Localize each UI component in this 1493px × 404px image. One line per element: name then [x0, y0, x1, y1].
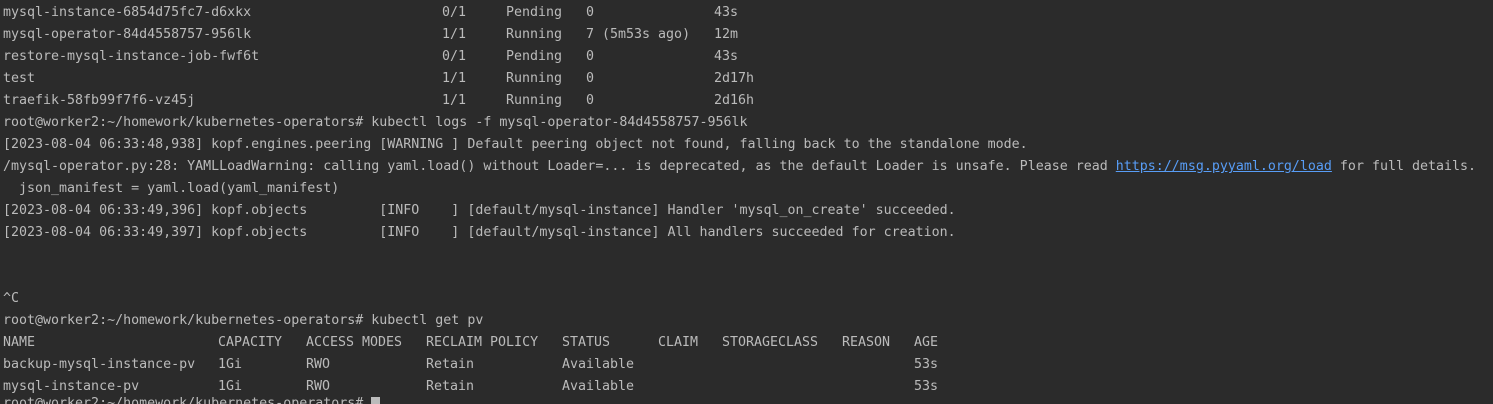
pv-header-reason: REASON	[842, 335, 891, 350]
pod-age: 2d17h	[714, 71, 755, 86]
yaml-warning-text: /mysql-operator.py:28: YAMLLoadWarning: …	[3, 159, 1116, 174]
pod-restarts: 0	[586, 5, 595, 20]
pod-row: mysql-instance-6854d75fc7-d6xkx 0/1 Pend…	[3, 2, 738, 24]
pv-header-access-modes: ACCESS MODES	[306, 335, 403, 350]
pv-header-reclaim-policy: RECLAIM POLICY	[426, 335, 539, 350]
pod-name: mysql-instance-6854d75fc7-d6xkx	[3, 5, 252, 20]
yaml-warning-suffix: for full details.	[1331, 159, 1477, 174]
log-line-manifest: json_manifest = yaml.load(yaml_manifest)	[3, 181, 340, 196]
pod-ready: 0/1	[442, 5, 467, 20]
pod-ready: 1/1	[442, 93, 467, 108]
pod-name: mysql-operator-84d4558757-956lk	[3, 27, 252, 42]
pod-name: test	[3, 71, 36, 86]
pv-row: backup-mysql-instance-pv 1Gi RWO Retain …	[3, 354, 938, 376]
pv-header-status: STATUS	[562, 335, 611, 350]
text-cursor	[371, 396, 381, 404]
pod-ready: 0/1	[442, 49, 467, 64]
log-line-yaml-warning: /mysql-operator.py:28: YAMLLoadWarning: …	[3, 156, 1476, 178]
pod-restarts: 7 (5m53s ago)	[586, 27, 691, 42]
pod-name: restore-mysql-instance-job-fwf6t	[3, 49, 260, 64]
pv-table-header: NAME CAPACITY ACCESS MODES RECLAIM POLIC…	[3, 332, 938, 354]
interrupt-line: ^C	[3, 291, 20, 306]
pod-row: mysql-operator-84d4558757-956lk 1/1 Runn…	[3, 24, 738, 46]
terminal-output[interactable]: mysql-instance-6854d75fc7-d6xkx 0/1 Pend…	[0, 0, 1493, 404]
pod-name: traefik-58fb99f7f6-vz45j	[3, 93, 196, 108]
pod-age: 12m	[714, 27, 739, 42]
pod-row: traefik-58fb99f7f6-vz45j 1/1 Running 0 2…	[3, 90, 754, 112]
prompt-text: root@worker2:~/homework/kubernetes-opera…	[3, 396, 372, 404]
log-line-all-handlers-succeeded: [2023-08-04 06:33:49,397] kopf.objects […	[3, 225, 956, 240]
command-line-logs: root@worker2:~/homework/kubernetes-opera…	[3, 115, 748, 130]
pod-ready: 1/1	[442, 71, 467, 86]
pod-status: Running	[506, 27, 563, 42]
pv-status: Available	[562, 357, 635, 372]
pv-name: backup-mysql-instance-pv	[3, 357, 196, 372]
pod-status: Pending	[506, 49, 563, 64]
pod-age: 43s	[714, 5, 739, 20]
pv-capacity: 1Gi	[218, 357, 243, 372]
pod-status: Pending	[506, 5, 563, 20]
pv-header-claim: CLAIM	[658, 335, 699, 350]
pv-age: 53s	[914, 357, 939, 372]
pod-status: Running	[506, 93, 563, 108]
pv-status: Available	[562, 379, 635, 394]
pv-reclaim-policy: Retain	[426, 379, 475, 394]
pv-header-storageclass: STORAGECLASS	[722, 335, 819, 350]
pod-restarts: 0	[586, 49, 595, 64]
pv-reclaim-policy: Retain	[426, 357, 475, 372]
pod-status: Running	[506, 71, 563, 86]
pod-restarts: 0	[586, 93, 595, 108]
prompt-line[interactable]: root@worker2:~/homework/kubernetes-opera…	[3, 393, 381, 404]
pv-header-capacity: CAPACITY	[218, 335, 283, 350]
pod-row: test 1/1 Running 0 2d17h	[3, 68, 754, 90]
pv-access-modes: RWO	[306, 357, 331, 372]
pv-age: 53s	[914, 379, 939, 394]
pv-header-name: NAME	[3, 335, 36, 350]
pod-restarts: 0	[586, 71, 595, 86]
pod-age: 2d16h	[714, 93, 755, 108]
pod-row: restore-mysql-instance-job-fwf6t 0/1 Pen…	[3, 46, 738, 68]
command-line-get-pv: root@worker2:~/homework/kubernetes-opera…	[3, 313, 484, 328]
pod-ready: 1/1	[442, 27, 467, 42]
pyyaml-docs-link[interactable]: https://msg.pyyaml.org/load	[1116, 159, 1332, 174]
pv-header-age: AGE	[914, 335, 939, 350]
pod-age: 43s	[714, 49, 739, 64]
log-line-handler-succeeded: [2023-08-04 06:33:49,396] kopf.objects […	[3, 203, 956, 218]
log-line-peering-warning: [2023-08-04 06:33:48,938] kopf.engines.p…	[3, 137, 1028, 152]
